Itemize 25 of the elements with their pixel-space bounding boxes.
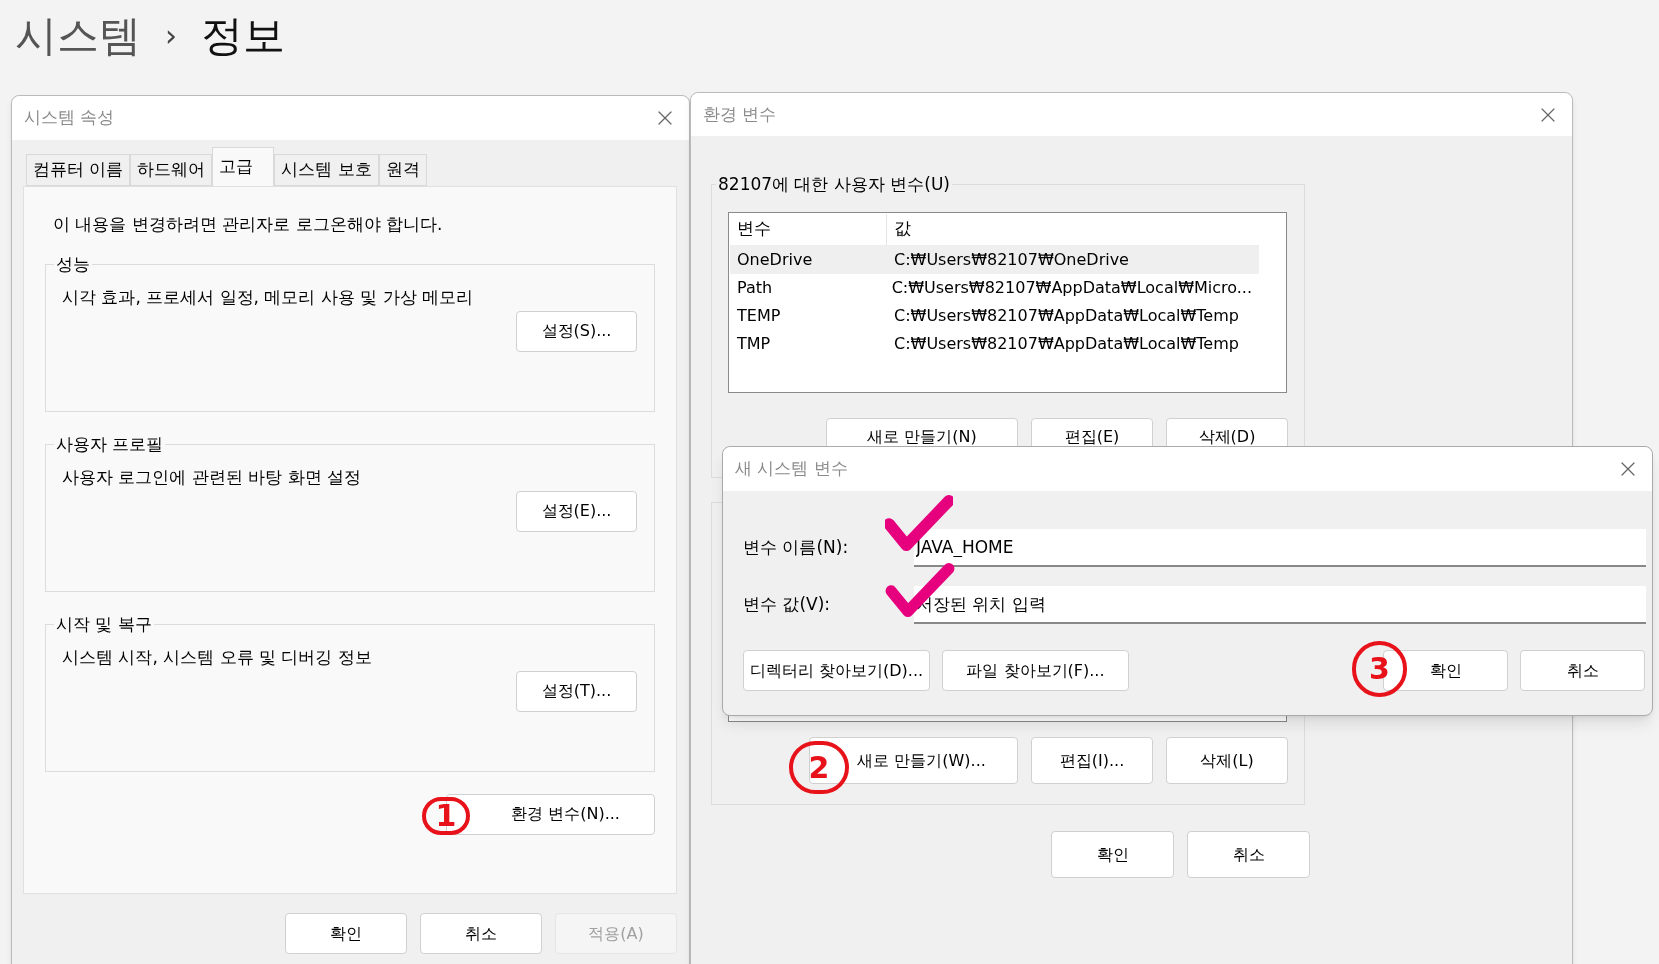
circled-number: 1: [422, 797, 470, 835]
table-cell-text: OneDrive: [736, 248, 814, 271]
group-title: 성능: [55, 252, 91, 276]
field-label: 변수 값(V):: [743, 593, 832, 617]
group-title: 82107에 대한 사용자 변수(U): [717, 173, 951, 196]
group-title: 사용자 프로필: [55, 432, 165, 456]
table-cell-text: TMP: [736, 332, 772, 355]
circled-number: 2: [789, 741, 849, 794]
table-cell-text: C:₩Users₩82107₩OneDrive: [893, 248, 1130, 271]
table-cell-text: C:₩Users₩82107₩AppData₩Local₩Temp: [893, 332, 1240, 355]
table-cell-text: C:₩Users₩82107₩AppData₩Local₩Micro...: [890, 276, 1253, 299]
table-cell-text: TEMP: [736, 304, 782, 327]
breadcrumb-item: 정보: [201, 9, 285, 62]
window-title: 시스템 속성: [24, 106, 115, 130]
field-label: 변수 이름(N):: [743, 536, 850, 560]
table-cell-text: C:₩Users₩82107₩AppData₩Local₩Temp: [893, 304, 1240, 327]
breadcrumb-separator: ›: [165, 16, 177, 55]
notice-text: 이 내용을 변경하려면 관리자로 로그온해야 합니다.: [52, 213, 444, 236]
table-cell-text: Path: [736, 276, 774, 299]
group-description: 시각 효과, 프로세서 일정, 메모리 사용 및 가상 메모리: [62, 286, 475, 309]
group-description: 시스템 시작, 시스템 오류 및 디버깅 정보: [62, 646, 373, 669]
window-title: 환경 변수: [703, 102, 777, 126]
group-description: 사용자 로그인에 관련된 바탕 화면 설정: [62, 466, 363, 489]
group-title: 시작 및 복구: [55, 612, 153, 636]
circled-number: 3: [1352, 641, 1407, 697]
